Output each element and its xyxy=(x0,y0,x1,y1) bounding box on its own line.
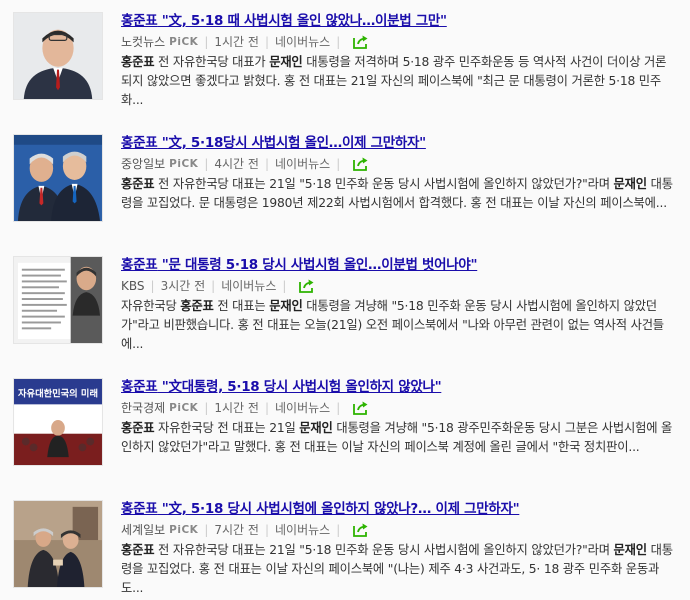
meta-divider: | xyxy=(264,400,269,415)
news-summary: 자유한국당 홍준표 전 대표는 문재인 대통령을 겨냥해 "5·18 민주화 운… xyxy=(121,297,676,354)
title-text: "文, 5·18 때 사법시험 올인 않았나…이분법 그만" xyxy=(157,13,447,29)
news-time: 7시간 전 xyxy=(214,523,259,537)
share-icon[interactable] xyxy=(352,400,370,416)
share-icon[interactable] xyxy=(352,522,370,538)
news-source[interactable]: 세계일보 xyxy=(121,521,165,538)
news-result-item: 홍준표 "문 대통령 5·18 당시 사법시험 올인…이분법 벗어나야" KBS |… xyxy=(0,244,690,356)
news-source[interactable]: 한국경제 xyxy=(121,399,165,416)
summary-keyword: 문재인 xyxy=(299,421,333,435)
meta-divider: | xyxy=(336,156,341,171)
news-meta: KBS | 3시간 전 | 네이버뉴스 | xyxy=(121,277,316,294)
share-icon[interactable] xyxy=(352,156,370,172)
summary-keyword: 문재인 xyxy=(269,55,303,69)
title-keyword: 홍준표 xyxy=(121,257,158,273)
pick-badge: PiCK xyxy=(169,35,199,48)
summary-text: 전 자유한국당 대표가 xyxy=(154,55,270,69)
summary-keyword: 문재인 xyxy=(613,177,648,191)
news-thumbnail[interactable] xyxy=(13,500,103,588)
news-title-link[interactable]: 홍준표 "문 대통령 5·18 당시 사법시험 올인…이분법 벗어나야" xyxy=(121,253,478,273)
meta-divider: | xyxy=(211,278,216,293)
news-meta: 노컷뉴스 PiCK | 1시간 전 | 네이버뉴스 | xyxy=(121,33,370,50)
news-thumbnail[interactable]: 자유대한민국의 미래 xyxy=(13,378,103,466)
news-source[interactable]: 노컷뉴스 xyxy=(121,33,165,50)
news-time: 3시간 전 xyxy=(160,279,206,293)
news-title-link[interactable]: 홍준표 "文, 5·18 때 사법시험 올인 않았나…이분법 그만" xyxy=(121,9,447,29)
summary-keyword: 문재인 xyxy=(269,299,303,313)
news-results-list: 홍준표 "文, 5·18 때 사법시험 올인 않았나…이분법 그만" 노컷뉴스 Pi… xyxy=(0,0,690,596)
news-time: 1시간 전 xyxy=(214,401,259,415)
summary-keyword: 홍준표 xyxy=(121,177,155,191)
svg-text:자유대한민국의 미래: 자유대한민국의 미래 xyxy=(18,388,98,400)
pick-badge: PiCK xyxy=(169,157,199,170)
title-text: "文, 5·18 당시 사법시험에 올인하지 않았나?… 이제 그만하자" xyxy=(157,501,520,517)
news-summary: 홍준표 자유한국당 전 대표는 21일 문재인 대통령을 겨냥해 "5·18 광… xyxy=(121,419,676,457)
naver-news-link[interactable]: 네이버뉴스 xyxy=(275,521,330,538)
share-icon[interactable] xyxy=(298,278,316,294)
title-text: "文, 5·18당시 사법시험 올인…이제 그만하자" xyxy=(157,135,426,151)
meta-divider: | xyxy=(336,522,341,537)
summary-text: 전 자유한국당 대표는 21일 "5·18 민주화 운동 당시 사법시험에 올인… xyxy=(154,177,614,191)
summary-keyword: 홍준표 xyxy=(121,55,155,69)
meta-divider: | xyxy=(264,522,269,537)
news-title-link[interactable]: 홍준표 "文, 5·18 당시 사법시험에 올인하지 않았나?… 이제 그만하자… xyxy=(121,497,520,517)
summary-text: 전 대표는 xyxy=(213,299,270,313)
news-meta: 세계일보 PiCK | 7시간 전 | 네이버뉴스 | xyxy=(121,521,370,538)
meta-divider: | xyxy=(204,34,209,49)
naver-news-link[interactable]: 네이버뉴스 xyxy=(221,277,276,294)
summary-text: 자유한국당 전 대표는 21일 xyxy=(154,421,300,435)
news-thumbnail[interactable] xyxy=(13,256,103,344)
title-keyword: 홍준표 xyxy=(121,501,158,517)
news-meta: 중앙일보 PiCK | 4시간 전 | 네이버뉴스 | xyxy=(121,155,370,172)
title-keyword: 홍준표 xyxy=(121,379,158,395)
summary-text: 전 자유한국당 대표는 21일 "5·18 민주화 운동 당시 사법시험에 올인… xyxy=(154,543,614,557)
title-keyword: 홍준표 xyxy=(121,13,158,29)
meta-divider: | xyxy=(204,522,209,537)
news-time: 4시간 전 xyxy=(214,157,259,171)
meta-divider: | xyxy=(336,400,341,415)
news-source[interactable]: KBS xyxy=(121,279,145,293)
title-text: "文대통령, 5·18 당시 사법시험 올인하지 않았나" xyxy=(157,379,442,395)
title-keyword: 홍준표 xyxy=(121,135,158,151)
meta-divider: | xyxy=(264,34,269,49)
news-title-link[interactable]: 홍준표 "文대통령, 5·18 당시 사법시험 올인하지 않았나" xyxy=(121,375,442,395)
news-thumbnail[interactable] xyxy=(13,12,103,100)
meta-divider: | xyxy=(264,156,269,171)
pick-badge: PiCK xyxy=(169,523,199,536)
pick-badge: PiCK xyxy=(169,401,199,414)
news-meta: 한국경제 PiCK | 1시간 전 | 네이버뉴스 | xyxy=(121,399,370,416)
news-result-item: 홍준표 "文, 5·18당시 사법시험 올인…이제 그만하자" 중앙일보 PiCK |… xyxy=(0,122,690,234)
news-result-item: 홍준표 "文, 5·18 때 사법시험 올인 않았나…이분법 그만" 노컷뉴스 Pi… xyxy=(0,0,690,112)
news-summary: 홍준표 전 자유한국당 대표는 21일 "5·18 민주화 운동 당시 사법시험… xyxy=(121,175,676,213)
naver-news-link[interactable]: 네이버뉴스 xyxy=(275,155,330,172)
summary-text: 자유한국당 xyxy=(121,299,181,313)
summary-keyword: 홍준표 xyxy=(121,421,155,435)
share-icon[interactable] xyxy=(352,34,370,50)
naver-news-link[interactable]: 네이버뉴스 xyxy=(275,33,330,50)
news-summary: 홍준표 전 자유한국당 대표가 문재인 대통령을 저격하며 5·18 광주 민주… xyxy=(121,53,676,110)
summary-keyword: 홍준표 xyxy=(121,543,155,557)
news-result-item: 홍준표 "文, 5·18 당시 사법시험에 올인하지 않았나?… 이제 그만하자… xyxy=(0,488,690,600)
news-title-link[interactable]: 홍준표 "文, 5·18당시 사법시험 올인…이제 그만하자" xyxy=(121,131,426,151)
meta-divider: | xyxy=(204,400,209,415)
news-result-item: 자유대한민국의 미래 홍준표 "文대통령, 5·18 당시 사법시험 올인하지 않… xyxy=(0,366,690,478)
summary-keyword: 문재인 xyxy=(613,543,648,557)
news-summary: 홍준표 전 자유한국당 대표는 21일 "5·18 민주화 운동 당시 사법시험… xyxy=(121,541,676,598)
title-text: "문 대통령 5·18 당시 사법시험 올인…이분법 벗어나야" xyxy=(157,257,478,273)
news-thumbnail[interactable] xyxy=(13,134,103,222)
news-source[interactable]: 중앙일보 xyxy=(121,155,165,172)
naver-news-link[interactable]: 네이버뉴스 xyxy=(275,399,330,416)
meta-divider: | xyxy=(150,278,155,293)
meta-divider: | xyxy=(336,34,341,49)
summary-keyword: 홍준표 xyxy=(180,299,214,313)
news-time: 1시간 전 xyxy=(214,35,259,49)
meta-divider: | xyxy=(204,156,209,171)
meta-divider: | xyxy=(282,278,287,293)
